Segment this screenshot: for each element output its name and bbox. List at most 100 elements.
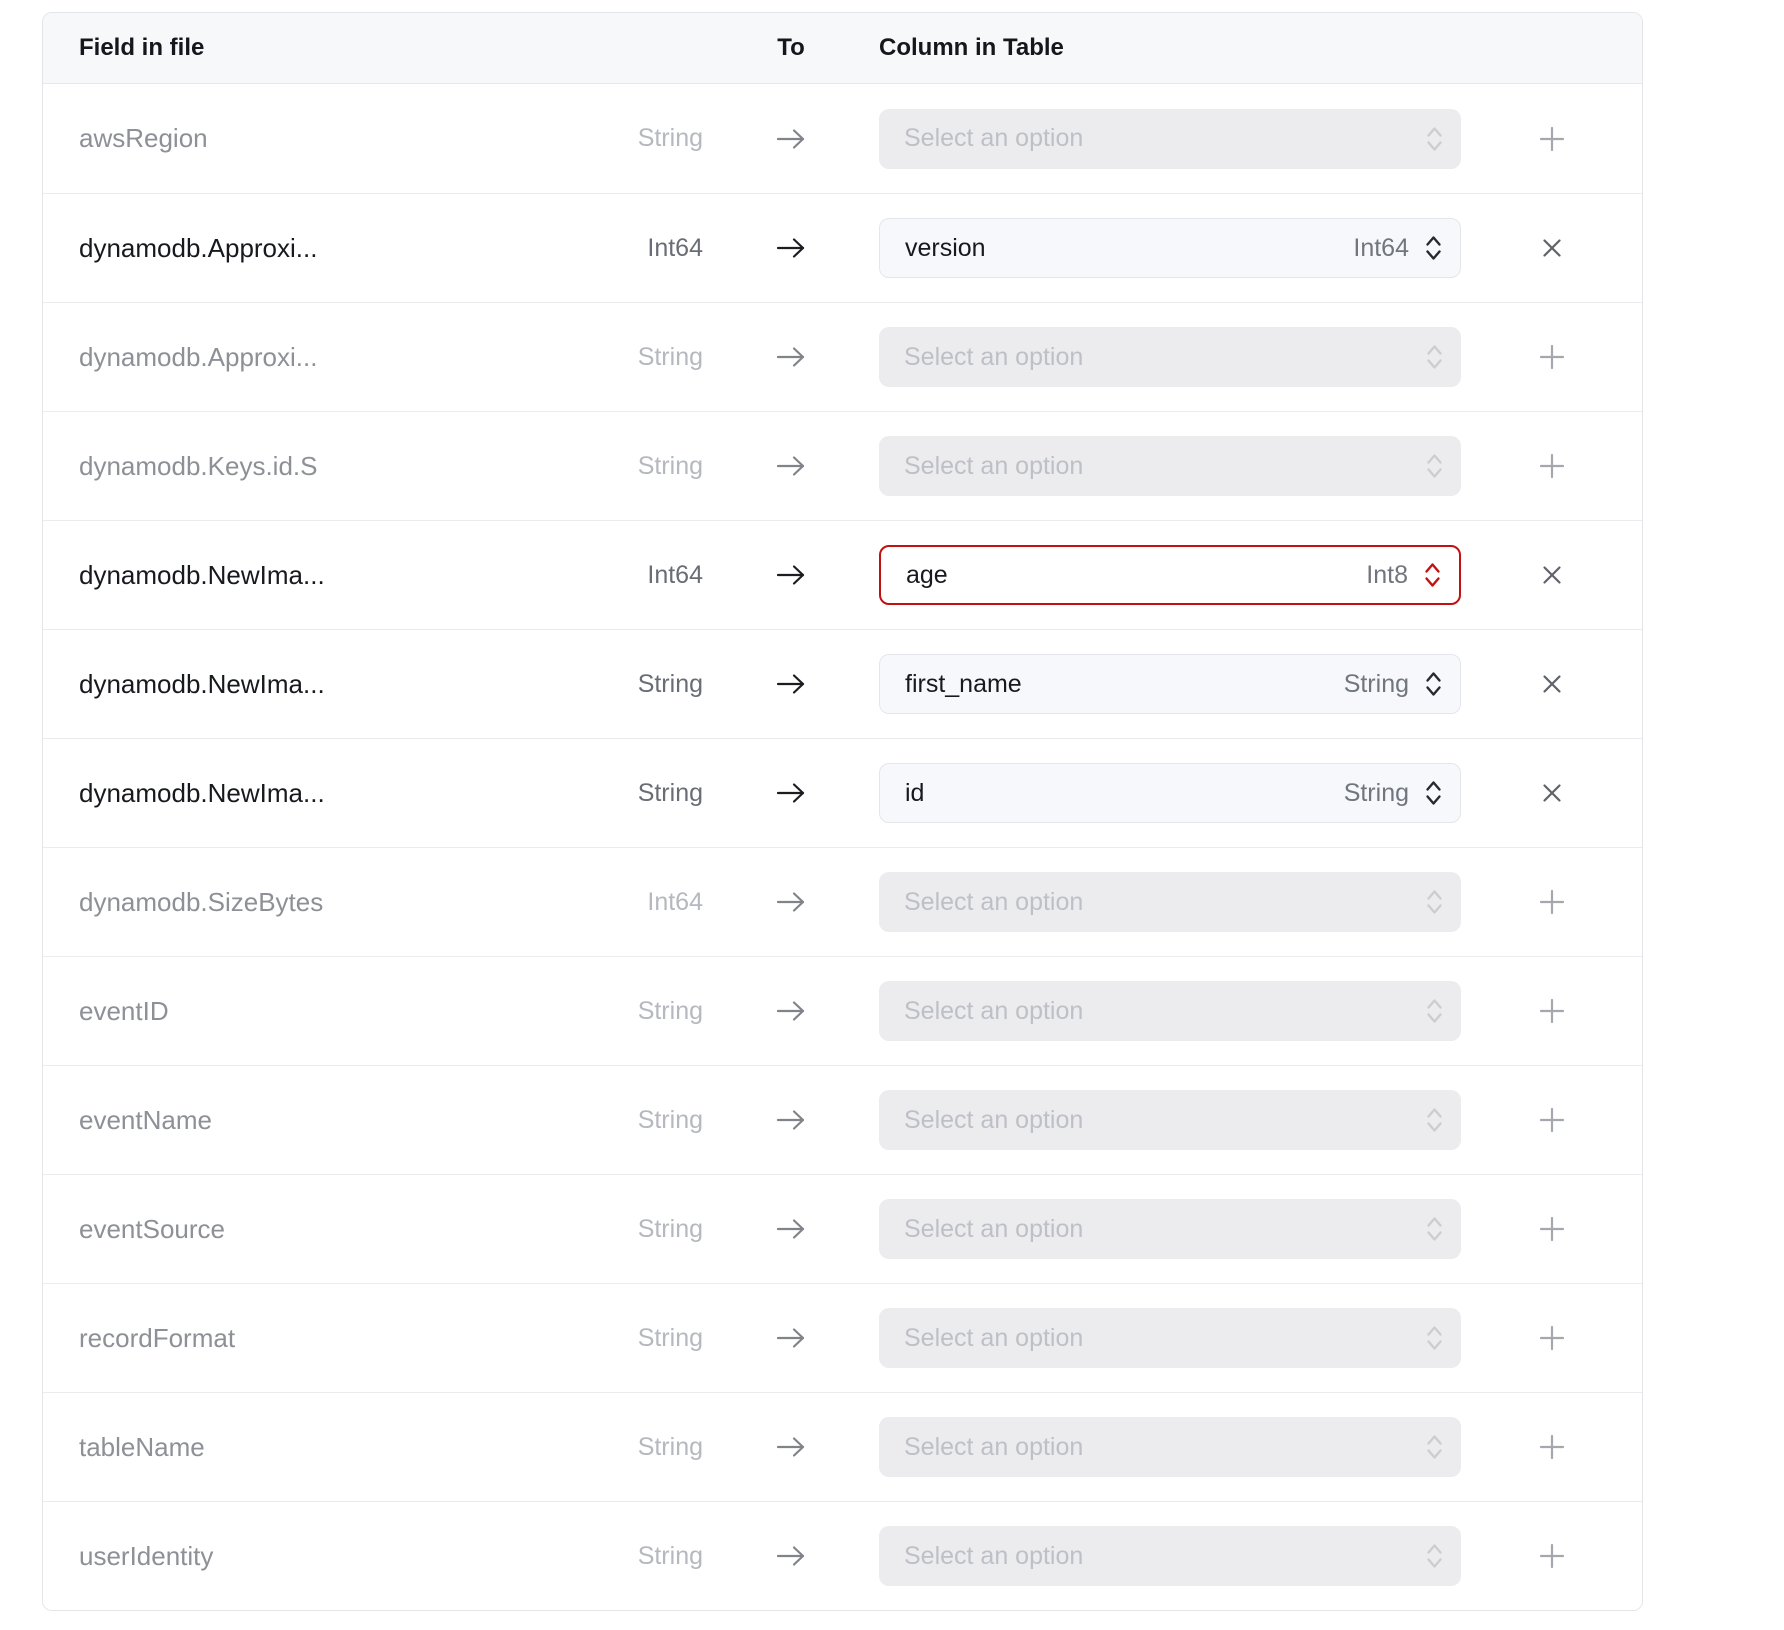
- arrow-right-icon: [703, 1108, 879, 1132]
- field-name: dynamodb.NewIma...: [43, 669, 625, 700]
- field-name: dynamodb.SizeBytes: [43, 887, 625, 918]
- column-select[interactable]: id String: [879, 763, 1461, 823]
- column-select[interactable]: first_name String: [879, 654, 1461, 714]
- mapping-row: recordFormat String Select an option: [43, 1283, 1642, 1392]
- mapping-row: dynamodb.Approxi... Int64 version Int64: [43, 193, 1642, 302]
- chevron-up-down-icon: [1426, 1324, 1443, 1352]
- column-select-value: id: [905, 779, 1344, 808]
- arrow-right-icon: [703, 1217, 879, 1241]
- field-name: dynamodb.Approxi...: [43, 342, 625, 373]
- add-mapping-button[interactable]: [1529, 1206, 1575, 1252]
- field-name: dynamodb.NewIma...: [43, 778, 625, 809]
- field-type: String: [625, 1106, 703, 1135]
- chevron-up-down-icon: [1426, 1106, 1443, 1134]
- header-field-in-file: Field in file: [43, 34, 625, 62]
- remove-mapping-button[interactable]: [1531, 772, 1573, 814]
- arrow-right-icon: [703, 563, 879, 587]
- chevron-up-down-icon: [1425, 234, 1442, 262]
- column-select: Select an option: [879, 436, 1461, 496]
- mapping-row: tableName String Select an option: [43, 1392, 1642, 1501]
- header-column-in-table: Column in Table: [879, 34, 1461, 62]
- chevron-up-down-icon: [1424, 561, 1441, 589]
- field-type: String: [625, 779, 703, 808]
- mapping-row: eventName String Select an option: [43, 1065, 1642, 1174]
- plus-icon: [1537, 124, 1567, 154]
- add-mapping-button[interactable]: [1529, 879, 1575, 925]
- add-mapping-button[interactable]: [1529, 116, 1575, 162]
- mapping-row: userIdentity String Select an option: [43, 1501, 1642, 1610]
- column-select-value: Select an option: [904, 124, 1410, 153]
- column-select-value: Select an option: [904, 1106, 1410, 1135]
- remove-mapping-button[interactable]: [1531, 663, 1573, 705]
- mapping-row: dynamodb.Approxi... String Select an opt…: [43, 302, 1642, 411]
- field-type: String: [625, 1542, 703, 1571]
- arrow-right-icon: [703, 345, 879, 369]
- chevron-up-down-icon: [1426, 452, 1443, 480]
- column-select-value: Select an option: [904, 997, 1410, 1026]
- field-name: tableName: [43, 1432, 625, 1463]
- field-type: Int64: [625, 888, 703, 917]
- add-mapping-button[interactable]: [1529, 334, 1575, 380]
- add-mapping-button[interactable]: [1529, 1315, 1575, 1361]
- add-mapping-button[interactable]: [1529, 1533, 1575, 1579]
- add-mapping-button[interactable]: [1529, 1097, 1575, 1143]
- field-name: recordFormat: [43, 1323, 625, 1354]
- column-select-value: Select an option: [904, 888, 1410, 917]
- column-select-type: Int8: [1366, 561, 1408, 590]
- chevron-up-down-icon: [1425, 670, 1442, 698]
- add-mapping-button[interactable]: [1529, 988, 1575, 1034]
- column-select-value: Select an option: [904, 1433, 1410, 1462]
- plus-icon: [1537, 451, 1567, 481]
- mapping-row: dynamodb.Keys.id.S String Select an opti…: [43, 411, 1642, 520]
- add-mapping-button[interactable]: [1529, 443, 1575, 489]
- table-header: Field in file To Column in Table: [43, 13, 1642, 84]
- arrow-right-icon: [703, 1544, 879, 1568]
- arrow-right-icon: [703, 890, 879, 914]
- arrow-right-icon: [703, 1326, 879, 1350]
- column-select-value: version: [905, 234, 1353, 263]
- field-type: Int64: [625, 561, 703, 590]
- column-select-type: String: [1344, 779, 1409, 808]
- column-select: Select an option: [879, 1308, 1461, 1368]
- add-mapping-button[interactable]: [1529, 1424, 1575, 1470]
- field-name: eventSource: [43, 1214, 625, 1245]
- column-select-value: Select an option: [904, 343, 1410, 372]
- plus-icon: [1537, 1432, 1567, 1462]
- remove-mapping-button[interactable]: [1531, 554, 1573, 596]
- field-type: Int64: [625, 234, 703, 263]
- field-type: String: [625, 452, 703, 481]
- mapping-row: dynamodb.NewIma... Int64 age Int8: [43, 520, 1642, 629]
- remove-mapping-button[interactable]: [1531, 227, 1573, 269]
- column-select-type: String: [1344, 670, 1409, 699]
- field-name: dynamodb.NewIma...: [43, 560, 625, 591]
- column-select[interactable]: age Int8: [879, 545, 1461, 605]
- field-type: String: [625, 1215, 703, 1244]
- plus-icon: [1537, 996, 1567, 1026]
- plus-icon: [1537, 1541, 1567, 1571]
- close-icon: [1539, 562, 1565, 588]
- field-type: String: [625, 1324, 703, 1353]
- plus-icon: [1537, 1214, 1567, 1244]
- arrow-right-icon: [703, 236, 879, 260]
- column-select-value: Select an option: [904, 1542, 1410, 1571]
- column-select: Select an option: [879, 327, 1461, 387]
- field-type: String: [625, 343, 703, 372]
- field-name: awsRegion: [43, 123, 625, 154]
- plus-icon: [1537, 1105, 1567, 1135]
- mapping-row: dynamodb.NewIma... String first_name Str…: [43, 629, 1642, 738]
- field-mapping-table: Field in file To Column in Table awsRegi…: [42, 12, 1643, 1611]
- arrow-right-icon: [703, 127, 879, 151]
- mapping-row: eventID String Select an option: [43, 956, 1642, 1065]
- header-to: To: [703, 34, 879, 62]
- column-select: Select an option: [879, 872, 1461, 932]
- column-select[interactable]: version Int64: [879, 218, 1461, 278]
- chevron-up-down-icon: [1425, 779, 1442, 807]
- column-select-value: Select an option: [904, 1324, 1410, 1353]
- column-select: Select an option: [879, 981, 1461, 1041]
- chevron-up-down-icon: [1426, 888, 1443, 916]
- mapping-row: dynamodb.SizeBytes Int64 Select an optio…: [43, 847, 1642, 956]
- column-select-value: Select an option: [904, 1215, 1410, 1244]
- field-type: String: [625, 997, 703, 1026]
- field-name: dynamodb.Approxi...: [43, 233, 625, 264]
- chevron-up-down-icon: [1426, 343, 1443, 371]
